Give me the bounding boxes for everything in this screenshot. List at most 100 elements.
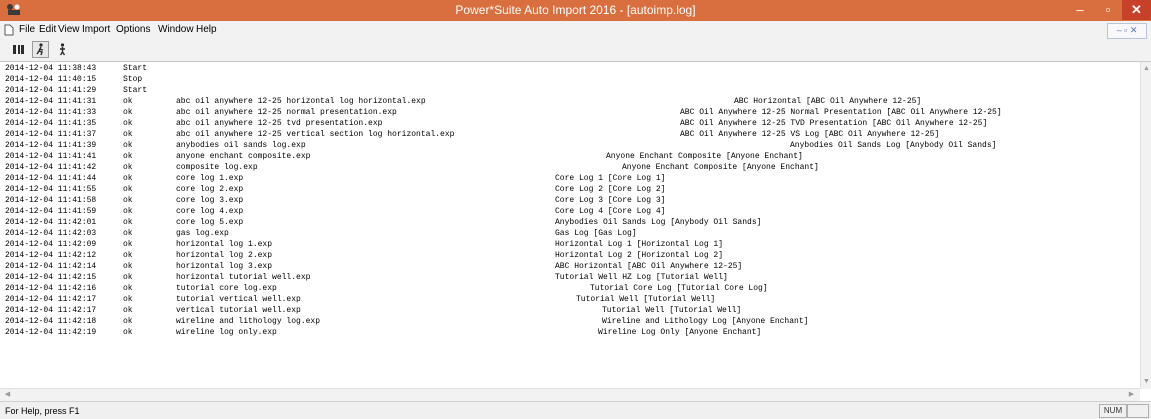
- log-timestamp: 2014-12-04 11:41:29: [5, 86, 97, 95]
- log-row: 2014-12-04 11:40:15 Stop: [0, 74, 1140, 85]
- maximize-button[interactable]: ▫: [1094, 0, 1122, 20]
- log-filename: abc oil anywhere 12-25 horizontal log ho…: [176, 97, 426, 106]
- log-status: ok: [123, 163, 133, 172]
- log-filename: core log 4.exp: [176, 207, 244, 216]
- scroll-left-icon[interactable]: ◀: [3, 390, 12, 399]
- close-button[interactable]: ✕: [1122, 0, 1151, 20]
- log-status: ok: [123, 251, 133, 260]
- log-status: Start: [123, 64, 148, 73]
- menu-options[interactable]: Options: [116, 24, 150, 35]
- log-timestamp: 2014-12-04 11:42:17: [5, 295, 97, 304]
- log-timestamp: 2014-12-04 11:41:37: [5, 130, 97, 139]
- log-filename: tutorial core log.exp: [176, 284, 277, 293]
- scroll-down-icon[interactable]: ▼: [1142, 377, 1151, 386]
- log-row: 2014-12-04 11:42:12 ok horizontal log 2.ex…: [0, 250, 1140, 261]
- log-filename: horizontal log 1.exp: [176, 240, 273, 249]
- log-entry: Core Log 4 [Core Log 4]: [555, 207, 666, 216]
- run-icon[interactable]: [32, 41, 49, 58]
- log-entry: Core Log 2 [Core Log 2]: [555, 185, 666, 194]
- log-entry: Core Log 3 [Core Log 3]: [555, 196, 666, 205]
- log-filename: horizontal log 3.exp: [176, 262, 273, 271]
- log-view[interactable]: 2014-12-04 11:38:43 Start 2014-12-04 11:40…: [0, 62, 1140, 388]
- log-status: ok: [123, 240, 133, 249]
- log-filename: anyone enchant composite.exp: [176, 152, 311, 161]
- minimize-button[interactable]: –: [1066, 0, 1094, 20]
- log-row: 2014-12-04 11:42:17 ok vertical tutorial w…: [0, 305, 1140, 316]
- log-row: 2014-12-04 11:41:42 ok composite log.exp An…: [0, 162, 1140, 173]
- log-timestamp: 2014-12-04 11:42:03: [5, 229, 97, 238]
- log-entry: Core Log 1 [Core Log 1]: [555, 174, 666, 183]
- log-filename: horizontal tutorial well.exp: [176, 273, 311, 282]
- log-entry: ABC Oil Anywhere 12-25 TVD Presentation …: [680, 119, 988, 128]
- log-status: ok: [123, 284, 133, 293]
- log-entry: ABC Oil Anywhere 12-25 Normal Presentati…: [680, 108, 1002, 117]
- scroll-up-icon[interactable]: ▲: [1142, 64, 1151, 73]
- log-row: 2014-12-04 11:42:17 ok tutorial vertical w…: [0, 294, 1140, 305]
- list-icon[interactable]: [10, 41, 27, 58]
- log-timestamp: 2014-12-04 11:42:12: [5, 251, 97, 260]
- log-status: ok: [123, 328, 133, 337]
- log-entry: ABC Oil Anywhere 12-25 VS Log [ABC Oil A…: [680, 130, 940, 139]
- person-icon[interactable]: [54, 41, 71, 58]
- log-timestamp: 2014-12-04 11:42:16: [5, 284, 97, 293]
- log-timestamp: 2014-12-04 11:41:59: [5, 207, 97, 216]
- log-status: ok: [123, 273, 133, 282]
- log-status: ok: [123, 185, 133, 194]
- log-row: 2014-12-04 11:41:41 ok anyone enchant comp…: [0, 151, 1140, 162]
- log-timestamp: 2014-12-04 11:42:19: [5, 328, 97, 337]
- log-status: ok: [123, 130, 133, 139]
- mdi-window-controls[interactable]: – ▫ ✕: [1107, 23, 1147, 39]
- log-filename: core log 1.exp: [176, 174, 244, 183]
- menu-edit[interactable]: Edit: [39, 24, 56, 35]
- log-timestamp: 2014-12-04 11:41:31: [5, 97, 97, 106]
- log-filename: wireline and lithology log.exp: [176, 317, 321, 326]
- vertical-scrollbar[interactable]: ▲ ▼: [1140, 62, 1151, 389]
- menu-help[interactable]: Help: [196, 24, 217, 35]
- log-timestamp: 2014-12-04 11:42:14: [5, 262, 97, 271]
- log-timestamp: 2014-12-04 11:42:17: [5, 306, 97, 315]
- horizontal-scrollbar[interactable]: ◀ ▶: [0, 388, 1140, 401]
- log-timestamp: 2014-12-04 11:41:58: [5, 196, 97, 205]
- title-bar: Power*Suite Auto Import 2016 - [autoimp.…: [0, 0, 1151, 21]
- menu-file[interactable]: File: [19, 24, 35, 35]
- log-timestamp: 2014-12-04 11:41:33: [5, 108, 97, 117]
- menu-import[interactable]: Import: [82, 24, 110, 35]
- status-help-text: For Help, press F1: [5, 406, 80, 416]
- log-status: ok: [123, 174, 133, 183]
- menu-bar: File Edit View Import Options Window Hel…: [0, 21, 1151, 39]
- log-row: 2014-12-04 11:41:33 ok abc oil anywhere 12…: [0, 107, 1140, 118]
- menu-view[interactable]: View: [58, 24, 80, 35]
- log-timestamp: 2014-12-04 11:42:09: [5, 240, 97, 249]
- scroll-right-icon[interactable]: ▶: [1127, 390, 1136, 399]
- log-status: ok: [123, 295, 133, 304]
- log-status: ok: [123, 229, 133, 238]
- log-entry: Anybodies Oil Sands Log [Anybody Oil San…: [555, 218, 762, 227]
- log-timestamp: 2014-12-04 11:42:15: [5, 273, 97, 282]
- log-status: ok: [123, 108, 133, 117]
- log-row: 2014-12-04 11:41:29 Start: [0, 85, 1140, 96]
- log-entry: ABC Horizontal [ABC Oil Anywhere 12-25]: [734, 97, 922, 106]
- log-timestamp: 2014-12-04 11:41:41: [5, 152, 97, 161]
- log-filename: composite log.exp: [176, 163, 258, 172]
- log-row: 2014-12-04 11:42:18 ok wireline and lithol…: [0, 316, 1140, 327]
- log-entry: Anyone Enchant Composite [Anyone Enchant…: [622, 163, 819, 172]
- log-entry: Anyone Enchant Composite [Anyone Enchant…: [606, 152, 803, 161]
- log-timestamp: 2014-12-04 11:41:55: [5, 185, 97, 194]
- log-row: 2014-12-04 11:42:01 ok core log 5.exp Anybo…: [0, 217, 1140, 228]
- log-filename: gas log.exp: [176, 229, 229, 238]
- log-row: 2014-12-04 11:41:59 ok core log 4.exp Core …: [0, 206, 1140, 217]
- log-row: 2014-12-04 11:41:44 ok core log 1.exp Core …: [0, 173, 1140, 184]
- document-icon[interactable]: [4, 24, 14, 36]
- log-filename: abc oil anywhere 12-25 tvd presentation.…: [176, 119, 383, 128]
- status-bar: For Help, press F1 NUM: [0, 401, 1151, 419]
- menu-window[interactable]: Window: [158, 24, 194, 35]
- log-entry: Horizontal Log 2 [Horizontal Log 2]: [555, 251, 724, 260]
- log-row: 2014-12-04 11:38:43 Start: [0, 63, 1140, 74]
- log-status: Stop: [123, 75, 143, 84]
- log-row: 2014-12-04 11:42:19 ok wireline log only.e…: [0, 327, 1140, 338]
- log-filename: anybodies oil sands log.exp: [176, 141, 306, 150]
- log-status: ok: [123, 262, 133, 271]
- log-status: ok: [123, 306, 133, 315]
- log-entry: ABC Horizontal [ABC Oil Anywhere 12-25]: [555, 262, 743, 271]
- log-row: 2014-12-04 11:41:55 ok core log 2.exp Core …: [0, 184, 1140, 195]
